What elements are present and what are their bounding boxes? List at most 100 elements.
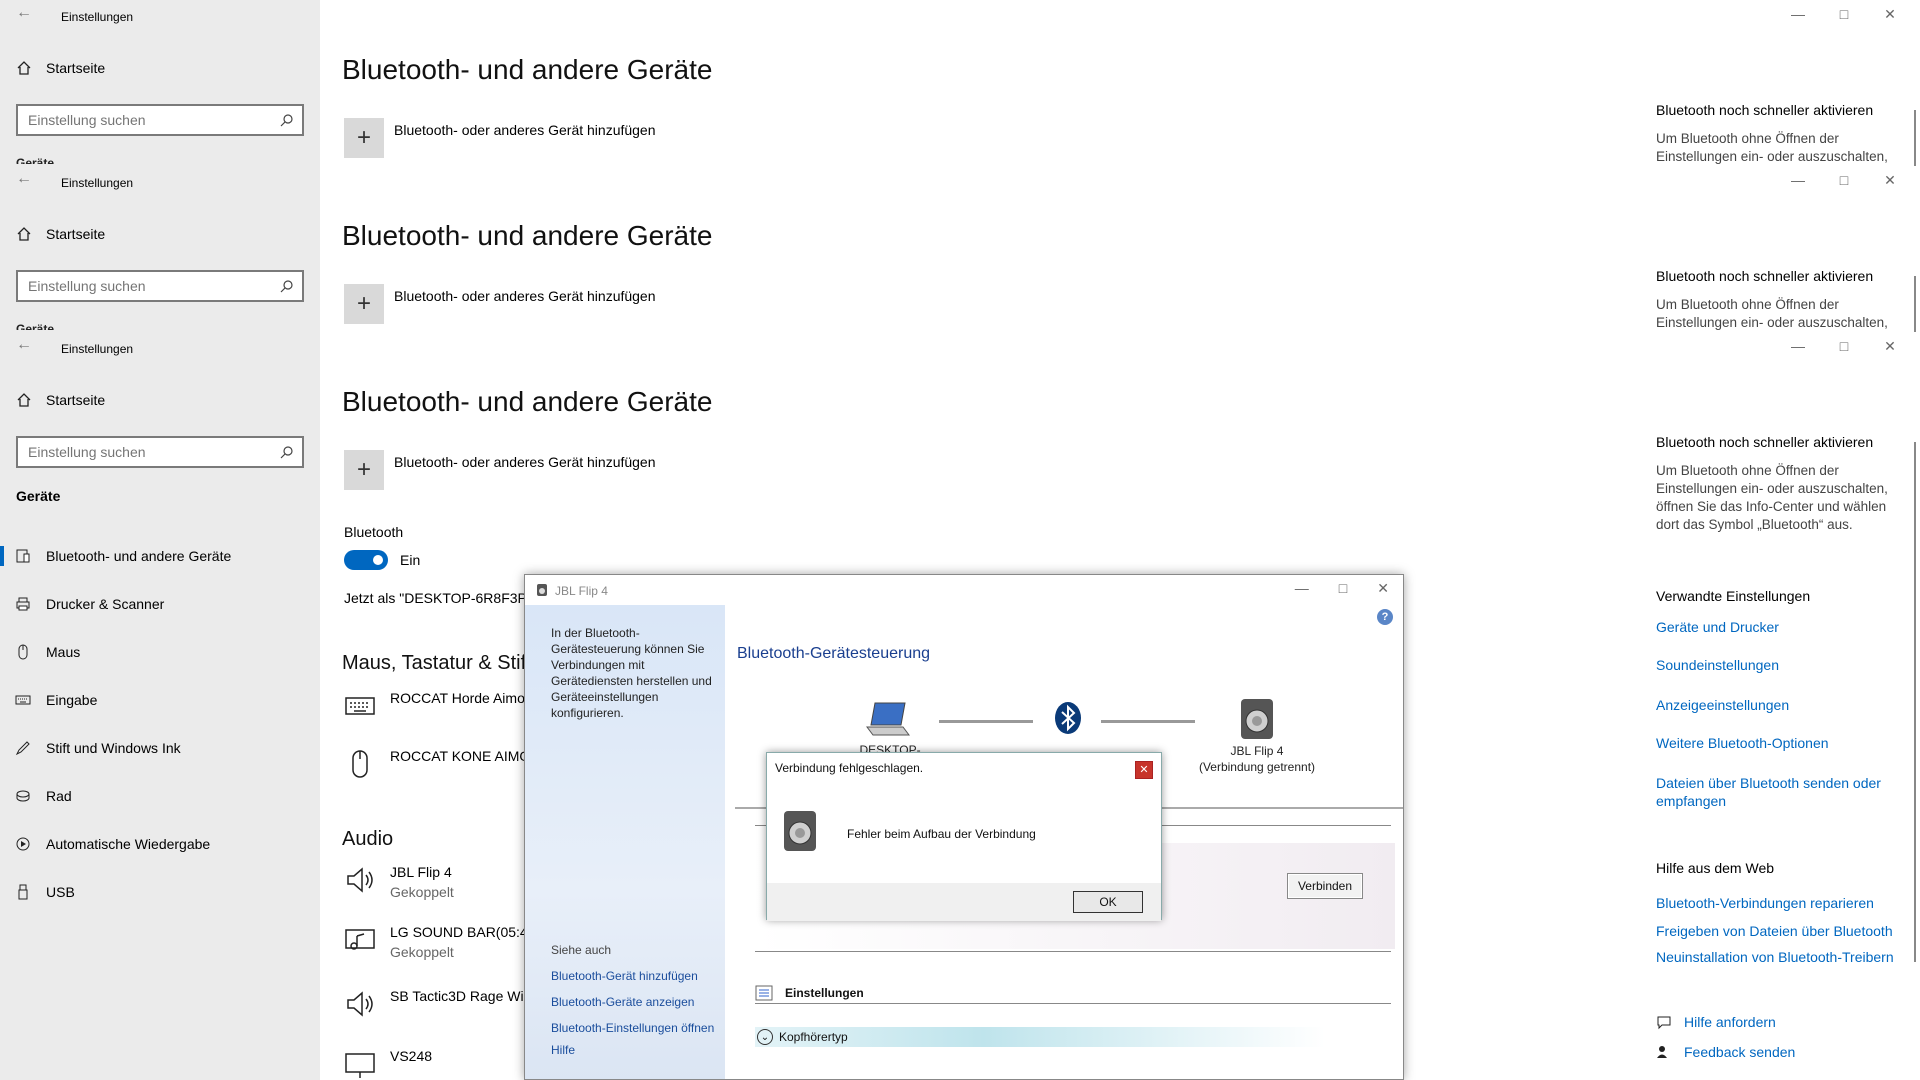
scrollbar[interactable] bbox=[1914, 110, 1916, 166]
speaker-device-icon bbox=[784, 811, 816, 851]
section-label-cut: Geräte bbox=[16, 322, 55, 330]
back-arrow-icon[interactable]: ← bbox=[16, 4, 32, 22]
link-reinstall-drivers[interactable]: Neuinstallation von Bluetooth-Treibern bbox=[1656, 948, 1906, 966]
chevron-down-icon[interactable]: ⌄ bbox=[757, 1029, 773, 1045]
settings-section[interactable]: Einstellungen bbox=[755, 985, 864, 1001]
back-arrow-icon[interactable]: ← bbox=[16, 336, 32, 354]
send-feedback-label: Feedback senden bbox=[1684, 1044, 1796, 1060]
bluetooth-toggle[interactable] bbox=[344, 550, 388, 570]
device-row[interactable]: ROCCAT Horde Aimo bbox=[344, 690, 525, 722]
link-open-bluetooth-settings[interactable]: Bluetooth-Einstellungen öffnen bbox=[551, 1021, 714, 1035]
device-name: LG SOUND BAR(05:49 bbox=[390, 924, 536, 940]
see-also-label: Siehe auch bbox=[551, 943, 612, 957]
device-row[interactable]: SB Tactic3D Rage Wire bbox=[344, 988, 536, 1020]
usb-icon bbox=[18, 884, 28, 900]
link-show-bluetooth-devices[interactable]: Bluetooth-Geräte anzeigen bbox=[551, 995, 694, 1009]
screen: ← Einstellungen Startseite Geräte — □ ✕ … bbox=[0, 0, 1920, 1080]
maximize-icon[interactable]: □ bbox=[1339, 580, 1347, 597]
search-box[interactable] bbox=[16, 436, 304, 468]
minimize-icon[interactable]: — bbox=[1788, 6, 1808, 23]
window-controls: — □ ✕ bbox=[1788, 172, 1900, 189]
close-icon[interactable]: ✕ bbox=[1135, 761, 1153, 779]
search-icon[interactable] bbox=[280, 113, 294, 127]
minimize-icon[interactable]: — bbox=[1788, 172, 1808, 189]
device-status: Gekoppelt bbox=[390, 944, 454, 960]
link-more-bluetooth-options[interactable]: Weitere Bluetooth-Optionen bbox=[1656, 734, 1906, 752]
sidebar-item-label: Drucker & Scanner bbox=[46, 596, 165, 612]
sidebar-item-bluetooth[interactable]: Bluetooth- und andere Geräte bbox=[0, 536, 320, 576]
dialog-footer: OK bbox=[767, 883, 1161, 921]
link-add-bluetooth-device[interactable]: Bluetooth-Gerät hinzufügen bbox=[551, 969, 698, 983]
scrollbar[interactable] bbox=[1914, 442, 1916, 962]
search-icon[interactable] bbox=[280, 279, 294, 293]
search-input[interactable] bbox=[28, 444, 268, 460]
close-icon[interactable]: ✕ bbox=[1880, 172, 1900, 189]
page-title: Bluetooth- und andere Geräte bbox=[342, 386, 713, 417]
device-row[interactable]: LG SOUND BAR(05:49 Gekoppelt bbox=[344, 924, 536, 960]
sidebar-item-typing[interactable]: Eingabe bbox=[0, 680, 320, 720]
link-send-receive-files[interactable]: Dateien über Bluetooth senden oder empfa… bbox=[1656, 774, 1906, 810]
add-device-label[interactable]: Bluetooth- oder anderes Gerät hinzufügen bbox=[394, 454, 656, 470]
search-input[interactable] bbox=[28, 112, 268, 128]
send-feedback-link[interactable]: Feedback senden bbox=[1656, 1044, 1795, 1060]
sidebar-item-autoplay[interactable]: Automatische Wiedergabe bbox=[0, 824, 320, 864]
settings-window-2: ← Einstellungen Startseite Geräte — □ ✕ … bbox=[0, 166, 1920, 332]
device-label: JBL Flip 4 (Verbindung getrennt) bbox=[1197, 743, 1317, 775]
device-name: VS248 bbox=[390, 1048, 433, 1064]
settings-window-1: ← Einstellungen Startseite Geräte — □ ✕ … bbox=[0, 0, 1920, 166]
minimize-icon[interactable]: — bbox=[1788, 338, 1808, 355]
maximize-icon[interactable]: □ bbox=[1834, 172, 1854, 189]
close-icon[interactable]: ✕ bbox=[1880, 6, 1900, 23]
add-device-button[interactable]: + bbox=[344, 118, 384, 158]
device-row[interactable]: VS248 bbox=[344, 1048, 432, 1080]
add-device-label[interactable]: Bluetooth- oder anderes Gerät hinzufügen bbox=[394, 122, 656, 138]
sidebar-item-dial[interactable]: Rad bbox=[0, 776, 320, 816]
pen-icon bbox=[15, 741, 30, 756]
add-device-button[interactable]: + bbox=[344, 450, 384, 490]
page-title: Bluetooth- und andere Geräte bbox=[342, 220, 713, 251]
search-input[interactable] bbox=[28, 278, 268, 294]
home-link[interactable]: Startseite bbox=[16, 226, 105, 242]
home-link[interactable]: Startseite bbox=[16, 392, 105, 408]
link-repair-bluetooth[interactable]: Bluetooth-Verbindungen reparieren bbox=[1656, 894, 1906, 912]
search-box[interactable] bbox=[16, 104, 304, 136]
help-question-icon[interactable]: ? bbox=[1377, 609, 1393, 625]
get-help-link[interactable]: Hilfe anfordern bbox=[1656, 1014, 1776, 1030]
speaker-icon bbox=[347, 867, 373, 893]
maximize-icon[interactable]: □ bbox=[1834, 338, 1854, 355]
plus-icon: + bbox=[356, 290, 371, 317]
close-icon[interactable]: ✕ bbox=[1880, 338, 1900, 355]
scrollbar[interactable] bbox=[1914, 276, 1916, 332]
add-device-button[interactable]: + bbox=[344, 284, 384, 324]
link-display-settings[interactable]: Anzeigeeinstellungen bbox=[1656, 696, 1906, 714]
device-row[interactable]: JBL Flip 4 Gekoppelt bbox=[344, 864, 454, 900]
link-sound-settings[interactable]: Soundeinstellungen bbox=[1656, 656, 1906, 674]
page-title: Bluetooth- und andere Geräte bbox=[342, 54, 713, 85]
device-row[interactable]: ROCCAT KONE AIMO bbox=[344, 748, 530, 780]
back-arrow-icon[interactable]: ← bbox=[16, 170, 32, 188]
device-name: ROCCAT Horde Aimo bbox=[390, 690, 525, 706]
search-box[interactable] bbox=[16, 270, 304, 302]
speaker-device-icon bbox=[537, 584, 547, 596]
sidebar-item-printers[interactable]: Drucker & Scanner bbox=[0, 584, 320, 624]
search-icon[interactable] bbox=[280, 445, 294, 459]
device-control-heading: Bluetooth-Gerätesteuerung bbox=[737, 645, 931, 662]
window-title: Einstellungen bbox=[61, 342, 134, 356]
sidebar-item-usb[interactable]: USB bbox=[0, 872, 320, 912]
add-device-label[interactable]: Bluetooth- oder anderes Gerät hinzufügen bbox=[394, 288, 656, 304]
device-name: SB Tactic3D Rage Wire bbox=[390, 988, 537, 1004]
close-icon[interactable]: ✕ bbox=[1377, 580, 1389, 597]
sidebar-item-mouse[interactable]: Maus bbox=[0, 632, 320, 672]
home-link[interactable]: Startseite bbox=[16, 60, 105, 76]
connect-button[interactable]: Verbinden bbox=[1287, 873, 1363, 899]
link-devices-printers[interactable]: Geräte und Drucker bbox=[1656, 618, 1906, 636]
help-link[interactable]: Hilfe bbox=[551, 1043, 575, 1057]
get-help-label: Hilfe anfordern bbox=[1684, 1014, 1776, 1030]
device-connection-state: (Verbindung getrennt) bbox=[1198, 760, 1316, 774]
ok-button[interactable]: OK bbox=[1073, 891, 1143, 913]
link-share-files-bluetooth[interactable]: Freigeben von Dateien über Bluetooth bbox=[1656, 922, 1906, 940]
minimize-icon[interactable]: — bbox=[1295, 580, 1309, 597]
headphone-type-row[interactable]: ⌄ Kopfhörertyp bbox=[755, 1027, 1325, 1047]
sidebar-item-pen[interactable]: Stift und Windows Ink bbox=[0, 728, 320, 768]
maximize-icon[interactable]: □ bbox=[1834, 6, 1854, 23]
